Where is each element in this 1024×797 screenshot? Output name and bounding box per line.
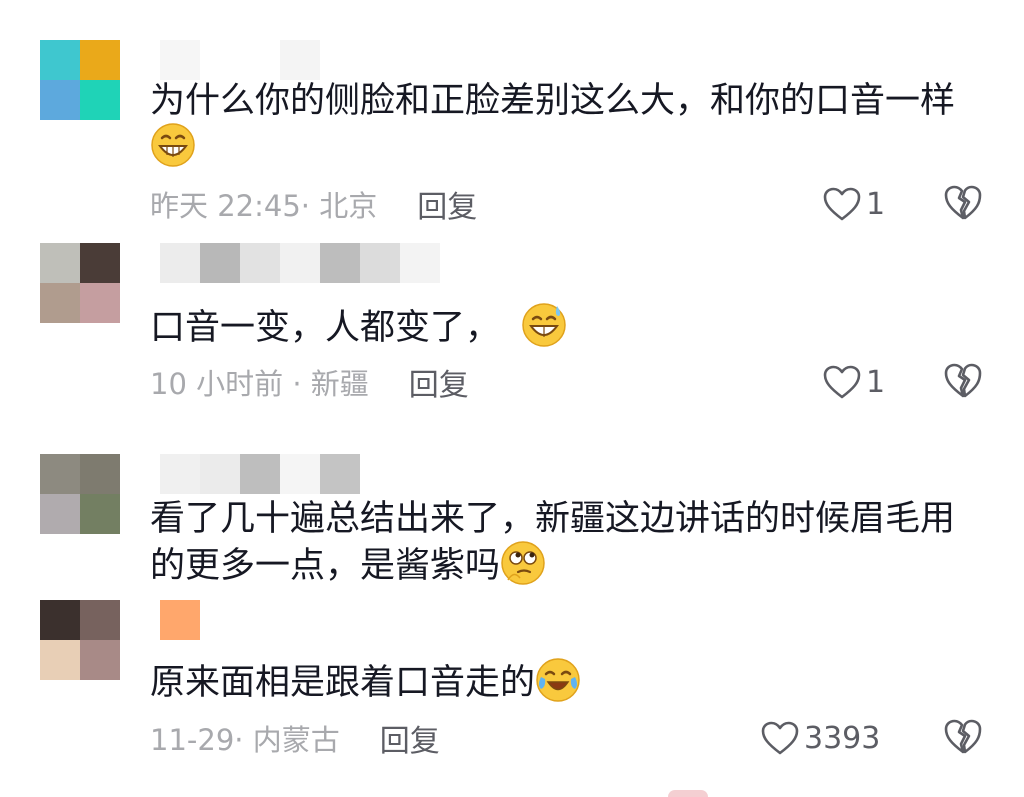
broken-heart-icon bbox=[944, 363, 982, 398]
broken-heart-icon bbox=[944, 719, 982, 754]
avatar-tile bbox=[80, 640, 120, 680]
username-blurred[interactable] bbox=[160, 600, 200, 640]
timestamp-location: 11-29· 内蒙古 bbox=[150, 723, 340, 757]
heart-icon bbox=[823, 187, 861, 221]
comment-text-content: 原来面相是跟着口音走的 bbox=[150, 663, 536, 703]
avatar-tile bbox=[40, 283, 80, 323]
username-blurred[interactable] bbox=[160, 454, 360, 494]
like-button[interactable]: 3393 bbox=[760, 718, 880, 758]
comment-text-content: 口音一变，人都变了， bbox=[150, 308, 501, 348]
avatar[interactable] bbox=[40, 600, 120, 680]
tears-of-joy-emoji bbox=[535, 657, 581, 703]
dislike-button[interactable] bbox=[942, 717, 984, 759]
avatar-tile bbox=[40, 454, 80, 494]
reply-button[interactable]: 回复 bbox=[417, 182, 477, 226]
avatar-tile bbox=[40, 80, 80, 120]
comment-meta: 11-29· 内蒙古 回复 bbox=[150, 716, 440, 760]
grinning-sweat-emoji bbox=[521, 302, 567, 348]
avatar-tile bbox=[40, 40, 80, 80]
comment-text-content: 看了几十遍总结出来了，新疆这边讲话的时候眉毛用的更多一点，是酱紫吗 bbox=[150, 499, 956, 586]
broken-heart-icon bbox=[944, 185, 982, 220]
thinking-rolling-eyes-emoji bbox=[500, 540, 546, 586]
avatar-tile bbox=[40, 600, 80, 640]
username-blurred[interactable] bbox=[160, 243, 440, 283]
avatar-tile bbox=[80, 80, 120, 120]
dislike-button[interactable] bbox=[942, 361, 984, 403]
timestamp-location: 10 小时前 · 新疆 bbox=[150, 367, 369, 401]
avatar-tile bbox=[80, 40, 120, 80]
avatar-tile bbox=[80, 243, 120, 283]
avatar-tile bbox=[40, 640, 80, 680]
like-count: 1 bbox=[866, 186, 886, 222]
avatar-tile bbox=[80, 494, 120, 534]
like-count: 3393 bbox=[804, 720, 881, 756]
reply-button[interactable]: 回复 bbox=[409, 360, 469, 404]
comment-meta: 10 小时前 · 新疆 回复 bbox=[150, 360, 469, 404]
comment-text: 看了几十遍总结出来了，新疆这边讲话的时候眉毛用的更多一点，是酱紫吗 bbox=[150, 496, 980, 590]
comment-text-content: 为什么你的侧脸和正脸差别这么大，和你的口音一样 bbox=[150, 81, 956, 121]
avatar[interactable] bbox=[40, 454, 120, 534]
avatar-tile bbox=[80, 600, 120, 640]
avatar-tile bbox=[80, 283, 120, 323]
heart-icon bbox=[761, 721, 799, 755]
next-comment-avatar-fragment bbox=[668, 790, 708, 797]
comment-meta: 昨天 22:45· 北京 回复 bbox=[150, 182, 477, 226]
heart-icon bbox=[823, 365, 861, 399]
avatar-tile bbox=[40, 494, 80, 534]
avatar[interactable] bbox=[40, 40, 120, 120]
grinning-face-emoji bbox=[150, 122, 196, 168]
like-button[interactable]: 1 bbox=[822, 184, 885, 224]
avatar-tile bbox=[40, 243, 80, 283]
avatar[interactable] bbox=[40, 243, 120, 323]
like-count: 1 bbox=[866, 364, 886, 400]
timestamp-location: 昨天 22:45· 北京 bbox=[150, 189, 378, 223]
username-blurred[interactable] bbox=[160, 40, 320, 80]
comment-text: 为什么你的侧脸和正脸差别这么大，和你的口音一样 bbox=[150, 78, 980, 172]
like-button[interactable]: 1 bbox=[822, 362, 885, 402]
dislike-button[interactable] bbox=[942, 183, 984, 225]
comment-text: 口音一变，人都变了， bbox=[150, 302, 980, 352]
reply-button[interactable]: 回复 bbox=[380, 716, 440, 760]
avatar-tile bbox=[80, 454, 120, 494]
comment-text: 原来面相是跟着口音走的 bbox=[150, 657, 980, 707]
